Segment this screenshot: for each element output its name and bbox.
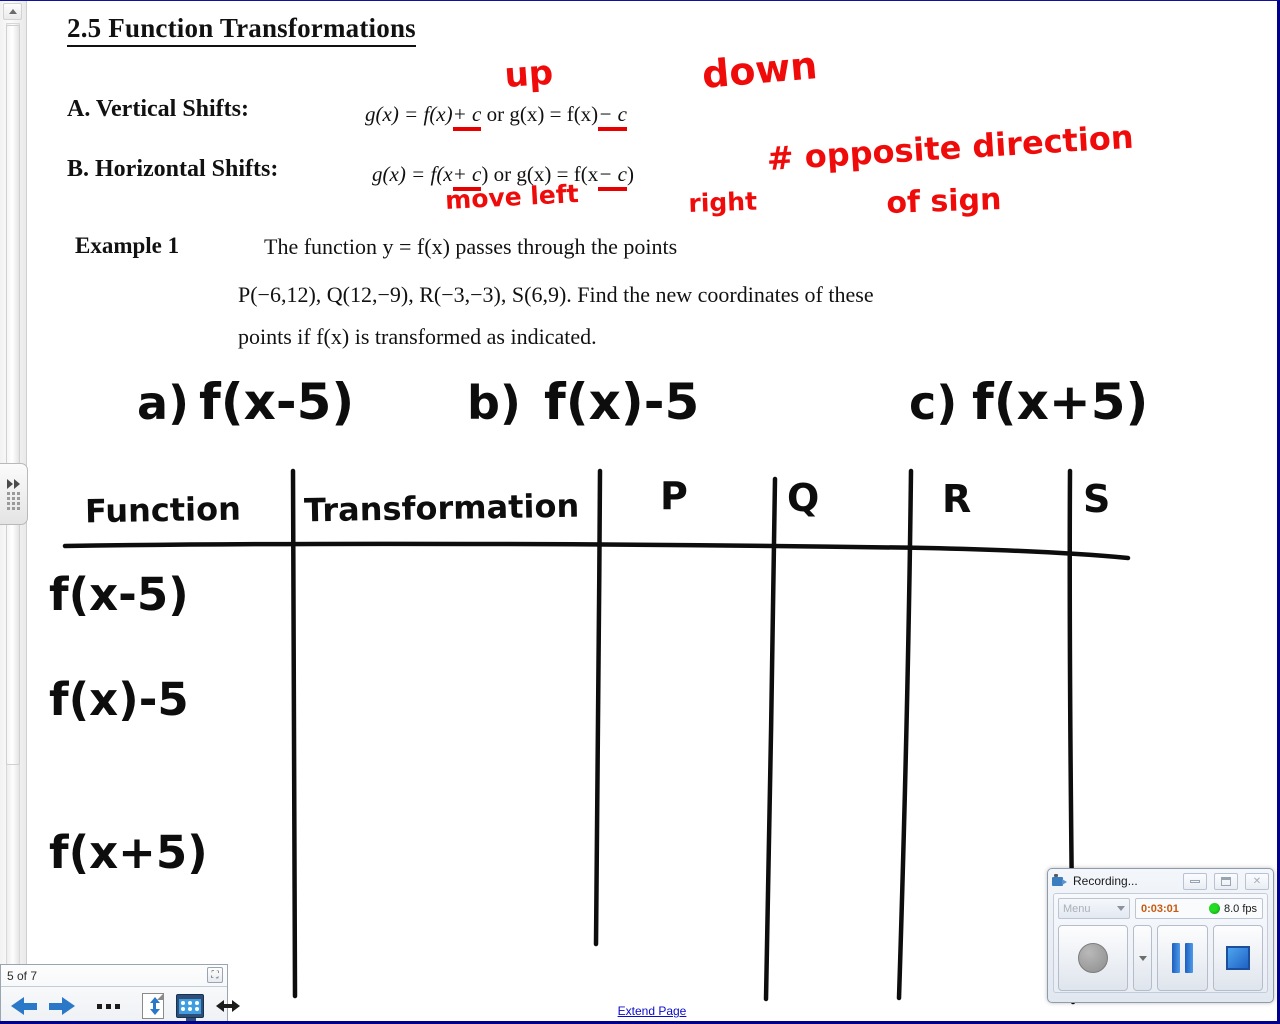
example-line-1: The function y = f(x) passes through the… bbox=[264, 234, 678, 259]
stop-button[interactable] bbox=[1212, 925, 1263, 991]
maximize-button[interactable] bbox=[1214, 872, 1238, 890]
formula-a-mid: or g(x) = f(x) bbox=[481, 102, 599, 126]
table-header-q: Q bbox=[787, 476, 820, 520]
fit-page-width-button[interactable] bbox=[210, 989, 246, 1021]
pause-icon bbox=[1171, 943, 1193, 973]
example-line-2: P(−6,12), Q(12,−9), R(−3,−3), S(6,9). Fi… bbox=[238, 282, 874, 307]
minimize-icon bbox=[1190, 879, 1200, 883]
annotation-move-left: move left bbox=[444, 179, 580, 215]
application-window: 2.5 Function Transformations A. Vertical… bbox=[0, 0, 1280, 1024]
recorder-titlebar[interactable]: Recording... ✕ bbox=[1048, 869, 1273, 893]
caret-up-icon bbox=[8, 9, 17, 14]
table-row-2-function: f(x)-5 bbox=[49, 673, 189, 726]
page-nav-titlebar: 5 of 7 ⛶ bbox=[1, 965, 227, 987]
pause-button[interactable] bbox=[1157, 925, 1208, 991]
horizontal-double-arrow-icon bbox=[216, 1000, 240, 1012]
next-page-button[interactable] bbox=[43, 989, 81, 1021]
section-a-formula: g(x) = f(x)+ c or g(x) = f(x)− c bbox=[365, 102, 627, 131]
scroll-up-button[interactable] bbox=[3, 3, 22, 20]
grip-dots-icon bbox=[7, 491, 20, 510]
maximize-icon bbox=[1221, 876, 1231, 886]
more-options-button[interactable] bbox=[91, 989, 126, 1021]
minimize-button[interactable] bbox=[1183, 872, 1207, 890]
panel-expander-handle[interactable] bbox=[0, 463, 28, 525]
close-button[interactable]: ✕ bbox=[1245, 872, 1269, 890]
double-chevron-right-icon bbox=[7, 478, 20, 489]
screen-view-button[interactable] bbox=[170, 989, 210, 1021]
problem-a-expr: f(x-5) bbox=[199, 373, 355, 431]
recorder-status-display: 0:03:01 8.0 fps bbox=[1135, 898, 1263, 919]
annotation-opposite-direction: # opposite direction bbox=[765, 117, 1135, 178]
problem-b-expr: f(x)-5 bbox=[544, 373, 700, 431]
ellipsis-icon bbox=[97, 1003, 120, 1009]
table-header-function: Function bbox=[84, 489, 242, 531]
recording-fps: 8.0 fps bbox=[1223, 902, 1257, 915]
record-button[interactable] bbox=[1058, 925, 1128, 991]
section-a-label: A. Vertical Shifts: bbox=[67, 96, 249, 122]
recording-time: 0:03:01 bbox=[1141, 902, 1179, 915]
recorder-menu-label: Menu bbox=[1063, 902, 1091, 915]
scrollbar-thumb[interactable] bbox=[6, 25, 20, 765]
annotation-down: down bbox=[700, 43, 820, 97]
formula-b-op2: − c bbox=[598, 162, 627, 191]
page-height-icon bbox=[142, 993, 164, 1019]
page-nav-close-button[interactable]: ⛶ bbox=[207, 967, 223, 983]
monitor-icon bbox=[176, 994, 204, 1021]
page-counter: 5 of 7 bbox=[7, 968, 38, 983]
annotation-up: up bbox=[503, 52, 555, 96]
recorder-status-row: Menu 0:03:01 8.0 fps bbox=[1058, 898, 1263, 920]
problem-c-tag: c) bbox=[909, 376, 958, 430]
arrow-left-icon bbox=[11, 997, 37, 1015]
table-header-transformation: Transformation bbox=[303, 486, 580, 530]
table-row-1-function: f(x-5) bbox=[49, 568, 189, 621]
recording-indicator-dot bbox=[1208, 903, 1220, 914]
page-navigation-panel: 5 of 7 ⛶ bbox=[0, 964, 240, 1021]
recorder-menu-dropdown[interactable]: Menu bbox=[1058, 898, 1130, 919]
formula-a-pre: g(x) = f(x) bbox=[365, 102, 453, 126]
page-title: 2.5 Function Transformations bbox=[67, 13, 416, 47]
chevron-down-icon bbox=[1117, 906, 1125, 911]
close-icon: ✕ bbox=[1252, 875, 1262, 887]
table-header-s: S bbox=[1083, 477, 1111, 521]
stop-square-icon bbox=[1225, 946, 1250, 970]
arrow-right-icon bbox=[49, 997, 75, 1015]
record-options-dropdown[interactable] bbox=[1133, 925, 1152, 991]
formula-b-post: ) bbox=[626, 162, 634, 186]
example-line-3: points if f(x) is transformed as indicat… bbox=[238, 324, 597, 349]
table-row-3-function: f(x+5) bbox=[49, 826, 208, 879]
chevron-down-icon bbox=[1138, 955, 1147, 961]
formula-a-op1: + c bbox=[452, 102, 482, 131]
formula-b-pre: g(x) = f(x bbox=[372, 162, 453, 186]
problem-b-tag: b) bbox=[467, 376, 521, 430]
record-circle-icon bbox=[1078, 943, 1108, 973]
fit-page-height-button[interactable] bbox=[136, 989, 170, 1021]
problem-a-tag: a) bbox=[137, 376, 190, 430]
formula-a-op2: − c bbox=[598, 102, 627, 131]
problem-c-expr: f(x+5) bbox=[972, 373, 1149, 431]
page-nav-toolbar bbox=[1, 987, 240, 1021]
recorder-title: Recording... bbox=[1073, 874, 1138, 888]
screen-recorder-widget: Recording... ✕ Menu 0:03:01 8.0 fps bbox=[1047, 868, 1274, 1003]
camcorder-icon bbox=[1052, 874, 1068, 888]
table-header-p: P bbox=[660, 474, 688, 518]
table-header-r: R bbox=[942, 477, 972, 521]
previous-page-button[interactable] bbox=[5, 989, 43, 1021]
annotation-of-sign: of sign bbox=[885, 182, 1003, 221]
example-label: Example 1 bbox=[75, 233, 180, 258]
section-b-label: B. Horizontal Shifts: bbox=[67, 156, 279, 182]
recorder-controls-row bbox=[1058, 925, 1263, 991]
annotation-right: right bbox=[687, 186, 758, 218]
recorder-body: Menu 0:03:01 8.0 fps bbox=[1053, 893, 1268, 993]
